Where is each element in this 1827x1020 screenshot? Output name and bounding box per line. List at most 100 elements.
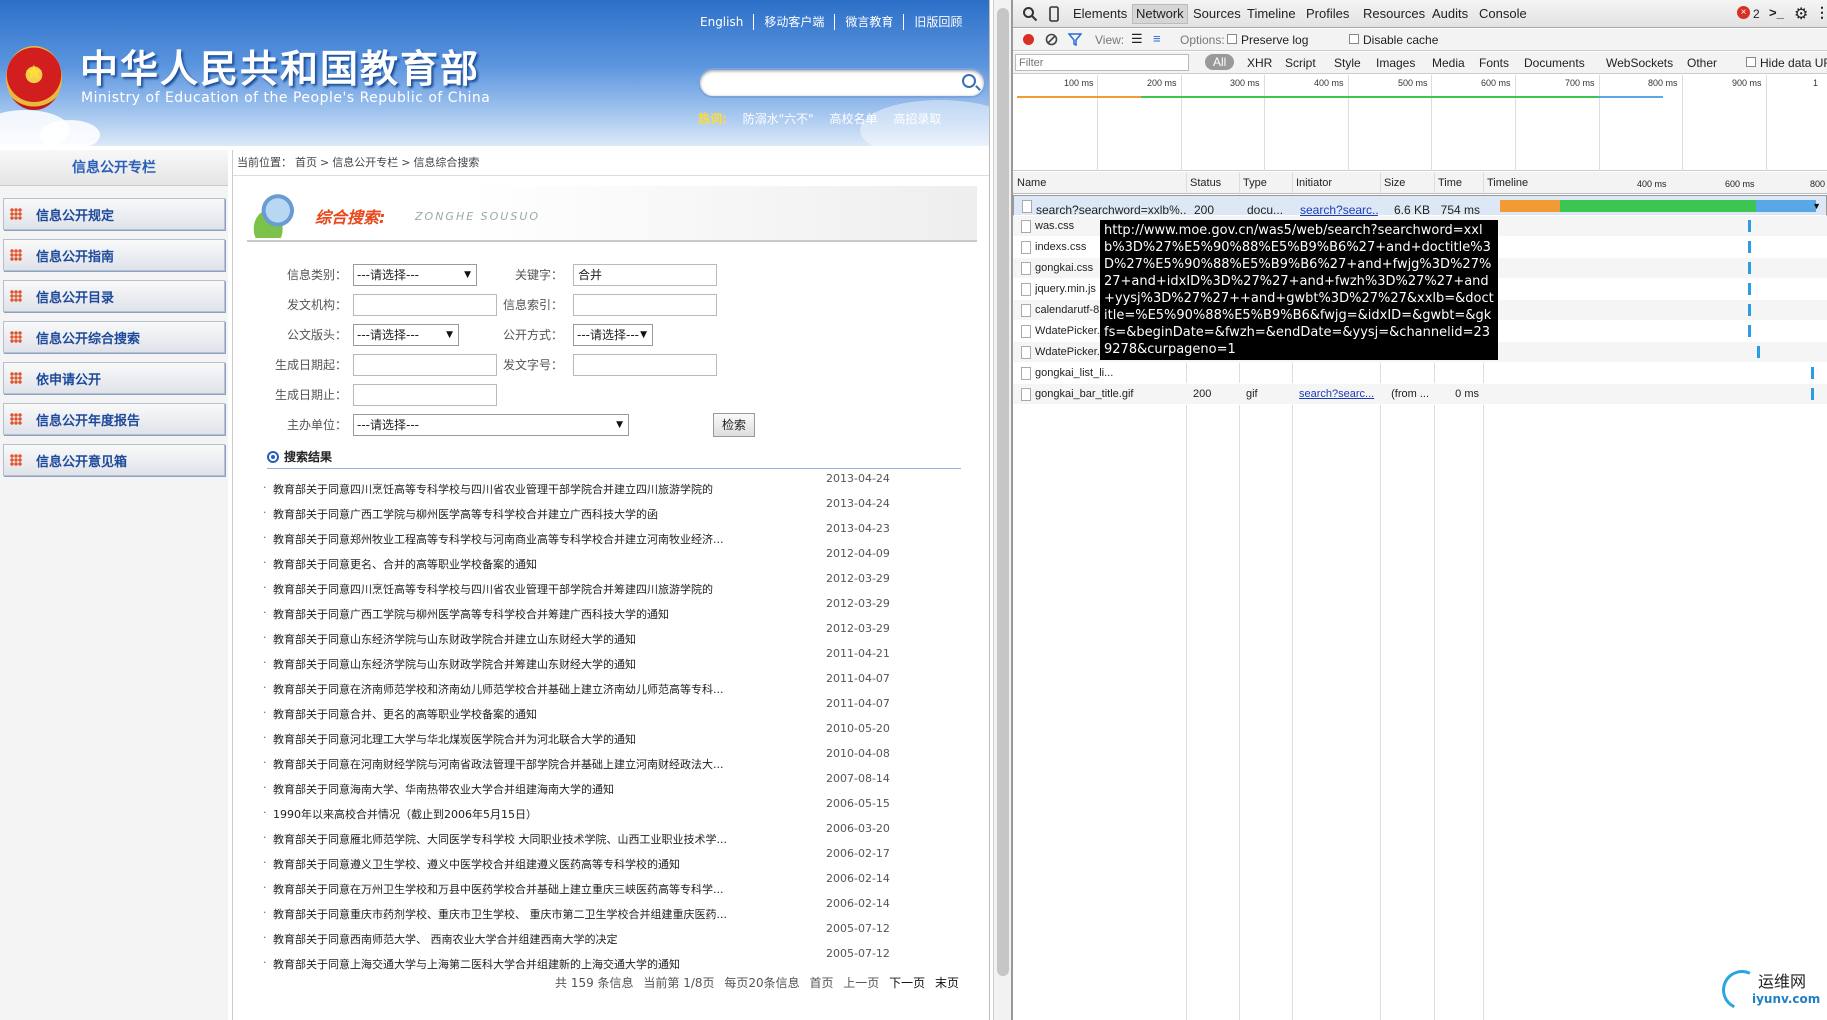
link-mobile-client[interactable]: 移动客户端 bbox=[754, 14, 836, 30]
pager-next[interactable]: 下一页 bbox=[889, 976, 925, 990]
date-to-input[interactable] bbox=[353, 384, 497, 406]
result-title-link[interactable]: 教育部关于同意在济南师范学校和济南幼儿师范学校合并基础上建立济南幼儿师范高等专科… bbox=[263, 681, 723, 697]
result-title-link[interactable]: 教育部关于同意山东经济学院与山东财政学院合并筹建山东财经大学的通知 bbox=[263, 656, 636, 672]
inspect-search-icon[interactable] bbox=[1022, 6, 1038, 22]
result-title-link[interactable]: 教育部关于同意上海交通大学与上海第二医科大学合并组建新的上海交通大学的通知 bbox=[263, 956, 680, 972]
sidebar-item-request[interactable]: 依申请公开 bbox=[3, 362, 225, 394]
breadcrumb-column[interactable]: 信息公开专栏 bbox=[332, 156, 398, 169]
preserve-log-checkbox[interactable] bbox=[1227, 34, 1237, 44]
sidebar-item-search[interactable]: 信息公开综合搜索 bbox=[3, 321, 225, 353]
tab-console[interactable]: Console bbox=[1479, 6, 1527, 21]
col-time[interactable]: Time bbox=[1438, 177, 1462, 189]
list-item[interactable]: 教育部关于同意在河南财经学院与河南省政法管理干部学院合并基础上建立河南财经政法大… bbox=[263, 747, 963, 772]
site-search-input[interactable] bbox=[698, 68, 986, 98]
hide-data-urls-checkbox[interactable] bbox=[1746, 57, 1756, 67]
filter-type-websockets[interactable]: WebSockets bbox=[1606, 56, 1673, 70]
dock-menu-icon[interactable]: ⋮ bbox=[1815, 4, 1827, 21]
filter-type-all[interactable]: All bbox=[1205, 54, 1235, 70]
tab-elements[interactable]: Elements bbox=[1073, 6, 1127, 21]
link-english[interactable]: English bbox=[690, 14, 755, 30]
list-item[interactable]: 教育部关于同意山东经济学院与山东财政学院合并筹建山东财经大学的通知 2011-04… bbox=[263, 647, 963, 672]
hot-word-link[interactable]: 防溺水"六不" bbox=[743, 112, 814, 126]
device-mode-icon[interactable] bbox=[1046, 6, 1062, 22]
result-title-link[interactable]: 教育部关于同意郑州牧业工程高等专科学校与河南商业高等专科学校合并建立河南牧业经济… bbox=[263, 531, 723, 547]
table-row[interactable]: gongkai_list_li... bbox=[1013, 363, 1827, 384]
overview-icon[interactable]: ≡ bbox=[1153, 32, 1161, 45]
col-size[interactable]: Size bbox=[1384, 177, 1405, 189]
sponsor-select[interactable]: ---请选择--- bbox=[353, 414, 629, 436]
list-item[interactable]: 教育部关于同意遵义卫生学校、遵义中医学校合并组建遵义医药高等专科学校的通知 200… bbox=[263, 847, 963, 872]
result-title-link[interactable]: 教育部关于同意遵义卫生学校、遵义中医学校合并组建遵义医药高等专科学校的通知 bbox=[263, 856, 680, 872]
search-icon[interactable] bbox=[962, 74, 976, 88]
list-item[interactable]: 教育部关于同意山东经济学院与山东财政学院合并建立山东财经大学的通知 2012-03… bbox=[263, 622, 963, 647]
tab-audits[interactable]: Audits bbox=[1432, 6, 1468, 21]
result-title-link[interactable]: 教育部关于同意更名、合并的高等职业学校备案的通知 bbox=[263, 556, 537, 572]
list-item[interactable]: 1990年以来高校合并情况（截止到2006年5月15日） 2006-05-15 bbox=[263, 797, 963, 822]
list-item[interactable]: 教育部关于同意在济南师范学校和济南幼儿师范学校合并基础上建立济南幼儿师范高等专科… bbox=[263, 672, 963, 697]
table-row[interactable]: search?searchword=xxlb%... 200 docu... sear… bbox=[1013, 195, 1827, 217]
sidebar-item-catalog[interactable]: 信息公开目录 bbox=[3, 280, 225, 312]
search-button[interactable]: 检索 bbox=[713, 413, 755, 437]
record-icon[interactable] bbox=[1023, 34, 1034, 45]
pager-last[interactable]: 末页 bbox=[935, 976, 959, 990]
result-title-link[interactable]: 教育部关于同意西南师范大学、 西南农业大学合并组建西南大学的决定 bbox=[263, 931, 617, 947]
list-item[interactable]: 教育部关于同意海南大学、华南热带农业大学合并组建海南大学的通知 2007-08-1… bbox=[263, 772, 963, 797]
list-item[interactable]: 教育部关于同意广西工学院与柳州医学高等专科学校合并建立广西科技大学的函 2013-… bbox=[263, 497, 963, 522]
filter-type-images[interactable]: Images bbox=[1376, 56, 1415, 70]
list-item[interactable]: 教育部关于同意重庆市药剂学校、重庆市卫生学校、 重庆市第二卫生学校合并组建重庆医… bbox=[263, 897, 963, 922]
cell-initiator[interactable]: search?searc... bbox=[1299, 388, 1377, 400]
result-title-link[interactable]: 教育部关于同意广西工学院与柳州医学高等专科学校合并筹建广西科技大学的通知 bbox=[263, 606, 669, 622]
result-title-link[interactable]: 教育部关于同意重庆市药剂学校、重庆市卫生学校、 重庆市第二卫生学校合并组建重庆医… bbox=[263, 906, 727, 922]
filter-type-style[interactable]: Style bbox=[1334, 56, 1361, 70]
error-icon[interactable]: × bbox=[1737, 6, 1750, 19]
result-title-link[interactable]: 教育部关于同意在河南财经学院与河南省政法管理干部学院合并基础上建立河南财经政法大… bbox=[263, 756, 723, 772]
list-item[interactable]: 教育部关于同意上海交通大学与上海第二医科大学合并组建新的上海交通大学的通知 200… bbox=[263, 947, 963, 972]
filter-type-script[interactable]: Script bbox=[1285, 56, 1316, 70]
tab-network[interactable]: Network bbox=[1132, 4, 1188, 24]
header-select[interactable]: ---请选择--- bbox=[353, 324, 459, 346]
breadcrumb-home[interactable]: 首页 bbox=[295, 156, 317, 169]
filter-type-other[interactable]: Other bbox=[1687, 56, 1717, 70]
sidebar-item-guide[interactable]: 信息公开指南 bbox=[3, 239, 225, 271]
filter-funnel-icon[interactable] bbox=[1068, 33, 1082, 46]
tab-timeline[interactable]: Timeline bbox=[1247, 6, 1296, 21]
method-select[interactable]: ---请选择--- bbox=[573, 324, 653, 346]
filter-type-media[interactable]: Media bbox=[1432, 56, 1465, 70]
hot-word-link[interactable]: 高招录取 bbox=[893, 112, 941, 126]
clear-icon[interactable] bbox=[1045, 33, 1058, 46]
result-title-link[interactable]: 教育部关于同意广西工学院与柳州医学高等专科学校合并建立广西科技大学的函 bbox=[263, 506, 658, 522]
tab-sources[interactable]: Sources bbox=[1193, 6, 1241, 21]
keyword-input[interactable]: 合并 bbox=[573, 264, 717, 286]
tab-profiles[interactable]: Profiles bbox=[1306, 6, 1349, 21]
list-item[interactable]: 教育部关于同意四川烹饪高等专科学校与四川省农业管理干部学院合并建立四川旅游学院的… bbox=[263, 472, 963, 497]
col-initiator[interactable]: Initiator bbox=[1296, 177, 1332, 189]
page-scrollbar[interactable] bbox=[993, 0, 1011, 1020]
filter-input[interactable] bbox=[1015, 54, 1189, 71]
result-title-link[interactable]: 教育部关于同意四川烹饪高等专科学校与四川省农业管理干部学院合并建立四川旅游学院的 bbox=[263, 481, 713, 497]
scrollbar-thumb[interactable] bbox=[997, 8, 1009, 976]
list-item[interactable]: 教育部关于同意河北理工大学与华北煤炭医学院合并为河北联合大学的通知 2010-05… bbox=[263, 722, 963, 747]
list-item[interactable]: 教育部关于同意西南师范大学、 西南农业大学合并组建西南大学的决定 2005-07-… bbox=[263, 922, 963, 947]
col-timeline[interactable]: Timeline bbox=[1487, 177, 1528, 189]
list-item[interactable]: 教育部关于同意郑州牧业工程高等专科学校与河南商业高等专科学校合并建立河南牧业经济… bbox=[263, 522, 963, 547]
list-item[interactable]: 教育部关于同意雁北师范学院、大同医学专科学校 大同职业技术学院、山西工业职业技术… bbox=[263, 822, 963, 847]
docno-input[interactable] bbox=[573, 354, 717, 376]
tab-resources[interactable]: Resources bbox=[1363, 6, 1425, 21]
index-input[interactable] bbox=[573, 294, 717, 316]
disable-cache-checkbox[interactable] bbox=[1349, 34, 1359, 44]
col-type[interactable]: Type bbox=[1243, 177, 1267, 189]
result-title-link[interactable]: 教育部关于同意在万州卫生学校和万县中医药学校合并基础上建立重庆三峡医药高等专科学… bbox=[263, 881, 723, 897]
link-old-version[interactable]: 旧版回顾 bbox=[904, 14, 972, 30]
hot-word-link[interactable]: 高校名单 bbox=[830, 112, 878, 126]
list-item[interactable]: 教育部关于同意在万州卫生学校和万县中医药学校合并基础上建立重庆三峡医药高等专科学… bbox=[263, 872, 963, 897]
table-row[interactable]: gongkai_bar_title.gif 200 gif search?searc.… bbox=[1013, 384, 1827, 405]
result-title-link[interactable]: 教育部关于同意山东经济学院与山东财政学院合并建立山东财经大学的通知 bbox=[263, 631, 636, 647]
result-title-link[interactable]: 教育部关于同意四川烹饪高等专科学校与四川省农业管理干部学院合并筹建四川旅游学院的 bbox=[263, 581, 713, 597]
filter-type-documents[interactable]: Documents bbox=[1524, 56, 1585, 70]
overview-timeline[interactable]: 100 ms 200 ms 300 ms 400 ms 500 ms 600 m… bbox=[1013, 75, 1827, 171]
result-title-link[interactable]: 教育部关于同意海南大学、华南热带农业大学合并组建海南大学的通知 bbox=[263, 781, 614, 797]
sidebar-item-annual-report[interactable]: 信息公开年度报告 bbox=[3, 403, 225, 435]
filter-type-xhr[interactable]: XHR bbox=[1247, 56, 1272, 70]
col-name[interactable]: Name bbox=[1017, 177, 1046, 189]
category-select[interactable]: ---请选择--- bbox=[353, 264, 477, 286]
